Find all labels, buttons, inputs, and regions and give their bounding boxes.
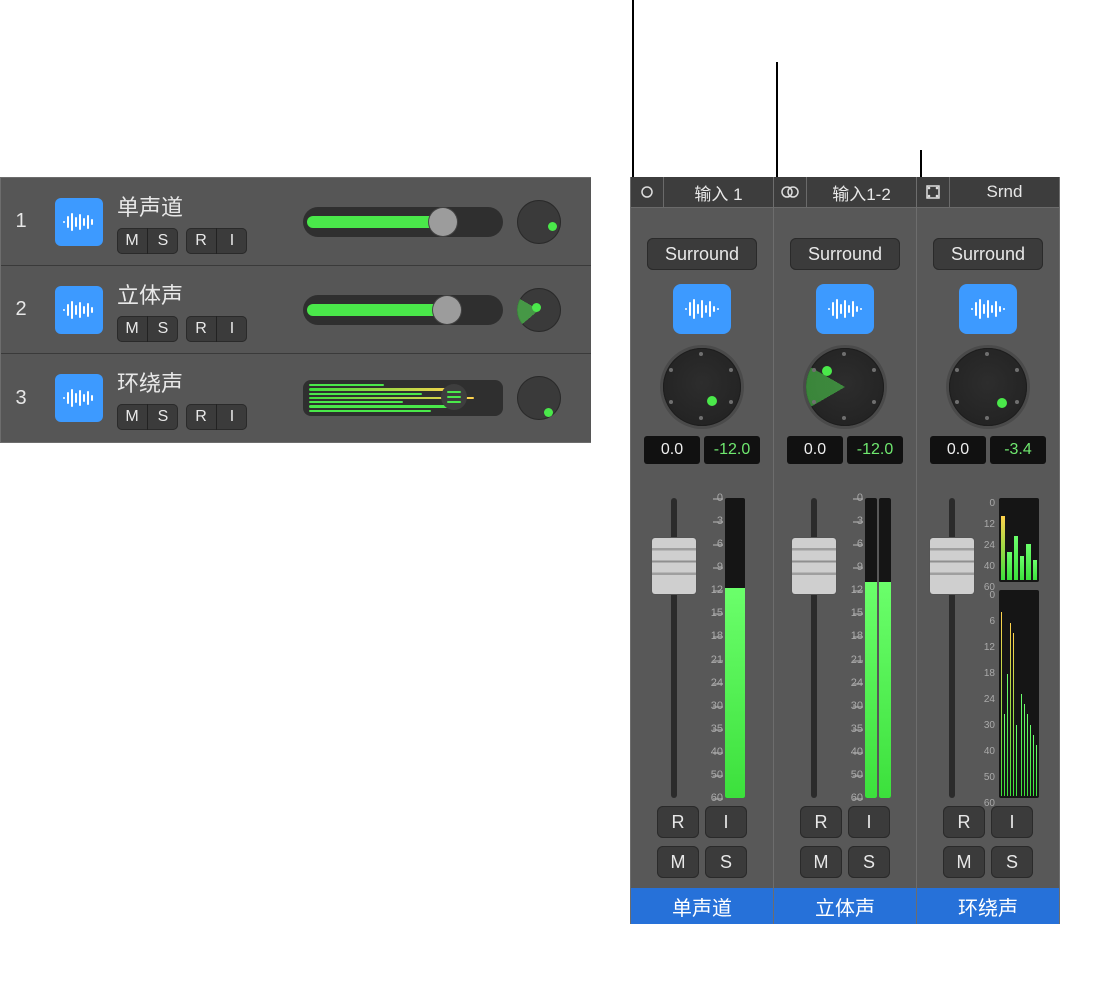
record-enable-button[interactable]: R — [657, 806, 699, 838]
slider-knob[interactable] — [441, 384, 467, 410]
mute-solo-pair: M S — [117, 316, 178, 342]
record-enable-button[interactable]: R — [800, 806, 842, 838]
volume-fader[interactable] — [659, 498, 689, 798]
solo-button[interactable]: S — [147, 404, 178, 430]
input-selector[interactable]: 输入1-2 — [774, 177, 916, 208]
mini-scale-bot: 0612182430405060 — [969, 590, 997, 798]
record-input-pair: R I — [186, 404, 247, 430]
surround-square-icon — [917, 177, 950, 207]
pan-knob[interactable] — [517, 288, 561, 332]
mute-solo-pair: M S — [117, 228, 178, 254]
track-row[interactable]: 2 立体声 M S R I — [1, 266, 591, 354]
channel-strip-mono: 输入 1 Surround 0.0 -12.0 0369121518212430… — [630, 177, 773, 924]
fader-cap[interactable] — [652, 538, 696, 594]
record-input-pair: R I — [186, 316, 247, 342]
record-enable-button[interactable]: R — [186, 404, 216, 430]
input-label: 输入 1 — [664, 180, 773, 205]
channel-name[interactable]: 立体声 — [774, 888, 916, 924]
solo-button[interactable]: S — [705, 846, 747, 878]
mixer-panel: 输入 1 Surround 0.0 -12.0 0369121518212430… — [630, 177, 1060, 924]
pan-knob[interactable] — [517, 376, 561, 420]
audio-waveform-icon[interactable] — [55, 374, 103, 422]
channel-strip-surround: Srnd Surround 0.0 -3.4 012244060 — [916, 177, 1060, 924]
track-number: 1 — [1, 210, 41, 233]
record-enable-button[interactable]: R — [186, 228, 216, 254]
input-monitor-button[interactable]: I — [216, 404, 247, 430]
mute-button[interactable]: M — [800, 846, 842, 878]
volume-fader[interactable] — [937, 498, 967, 798]
gain-readout[interactable]: 0.0 — [644, 436, 700, 464]
input-selector[interactable]: 输入 1 — [631, 177, 773, 208]
peak-readout[interactable]: -3.4 — [990, 436, 1046, 464]
track-number: 2 — [1, 298, 41, 321]
mini-scale-top: 012244060 — [969, 498, 997, 582]
volume-fader[interactable] — [799, 498, 829, 798]
output-selector[interactable]: Surround — [647, 238, 757, 270]
pan-knob[interactable] — [517, 200, 561, 244]
track-row[interactable]: 1 单声道 M S R I — [1, 178, 591, 266]
track-row[interactable]: 3 环绕声 M S R I — [1, 354, 591, 442]
track-number: 3 — [1, 387, 41, 410]
mute-button[interactable]: M — [117, 228, 147, 254]
channel-name[interactable]: 单声道 — [631, 888, 773, 924]
audio-waveform-icon[interactable] — [55, 198, 103, 246]
mute-solo-pair: M S — [117, 404, 178, 430]
level-meter-stereo — [865, 498, 891, 798]
fader-cap[interactable] — [792, 538, 836, 594]
input-monitor-button[interactable]: I — [848, 806, 890, 838]
channel-name[interactable]: 环绕声 — [917, 888, 1059, 924]
record-enable-button[interactable]: R — [186, 316, 216, 342]
output-selector[interactable]: Surround — [790, 238, 900, 270]
input-monitor-button[interactable]: I — [705, 806, 747, 838]
peak-readout[interactable]: -12.0 — [847, 436, 903, 464]
surround-panner[interactable] — [663, 348, 741, 426]
slider-knob[interactable] — [429, 208, 457, 236]
fader-scale-0: 036912151821243035405060 — [691, 498, 723, 798]
track-header-list: 1 单声道 M S R I — [0, 177, 591, 443]
gain-readout[interactable]: 0.0 — [930, 436, 986, 464]
audio-waveform-icon[interactable] — [816, 284, 874, 334]
mute-button[interactable]: M — [117, 316, 147, 342]
channel-strip-stereo: 输入1-2 Surround 0.0 -12.0 036912151821243… — [773, 177, 916, 924]
level-meter — [725, 498, 745, 798]
solo-button[interactable]: S — [147, 228, 178, 254]
record-enable-button[interactable]: R — [943, 806, 985, 838]
solo-button[interactable]: S — [991, 846, 1033, 878]
surround-volume-meter[interactable] — [303, 380, 503, 416]
surround-panner[interactable] — [806, 348, 884, 426]
volume-slider[interactable] — [303, 295, 503, 325]
input-monitor-button[interactable]: I — [216, 316, 247, 342]
mute-button[interactable]: M — [943, 846, 985, 878]
input-monitor-button[interactable]: I — [216, 228, 247, 254]
record-input-pair: R I — [186, 228, 247, 254]
output-selector[interactable]: Surround — [933, 238, 1043, 270]
track-name[interactable]: 单声道 — [117, 190, 297, 222]
stereo-circles-icon — [774, 177, 807, 207]
solo-button[interactable]: S — [848, 846, 890, 878]
fader-scale-1: 036912151821243035405060 — [831, 498, 863, 798]
peak-readout[interactable]: -12.0 — [704, 436, 760, 464]
input-monitor-button[interactable]: I — [991, 806, 1033, 838]
audio-waveform-icon[interactable] — [959, 284, 1017, 334]
surround-meter-upper — [999, 498, 1039, 582]
mute-button[interactable]: M — [117, 404, 147, 430]
mono-circle-icon — [631, 177, 664, 207]
surround-panner[interactable] — [949, 348, 1027, 426]
audio-waveform-icon[interactable] — [673, 284, 731, 334]
surround-meter-lower — [999, 590, 1039, 798]
audio-waveform-icon[interactable] — [55, 286, 103, 334]
mute-button[interactable]: M — [657, 846, 699, 878]
input-label: Srnd — [950, 182, 1059, 202]
input-label: 输入1-2 — [807, 180, 916, 205]
track-name[interactable]: 环绕声 — [117, 366, 297, 398]
solo-button[interactable]: S — [147, 316, 178, 342]
volume-slider[interactable] — [303, 207, 503, 237]
gain-readout[interactable]: 0.0 — [787, 436, 843, 464]
track-name[interactable]: 立体声 — [117, 278, 297, 310]
slider-knob[interactable] — [433, 296, 461, 324]
input-selector[interactable]: Srnd — [917, 177, 1059, 208]
